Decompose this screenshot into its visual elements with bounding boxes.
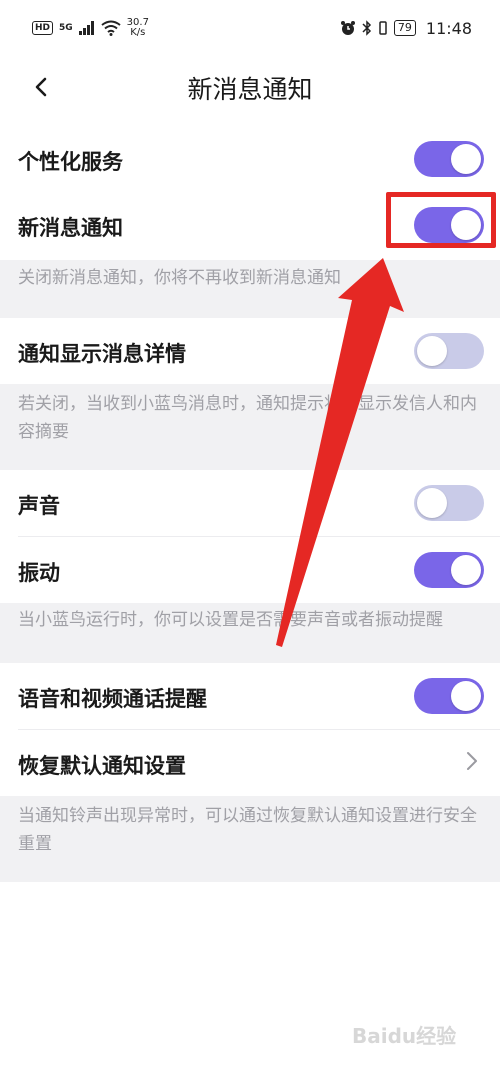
watermark-logo: Baidu经验	[352, 1024, 457, 1048]
annotation-arrow-icon	[276, 258, 404, 647]
